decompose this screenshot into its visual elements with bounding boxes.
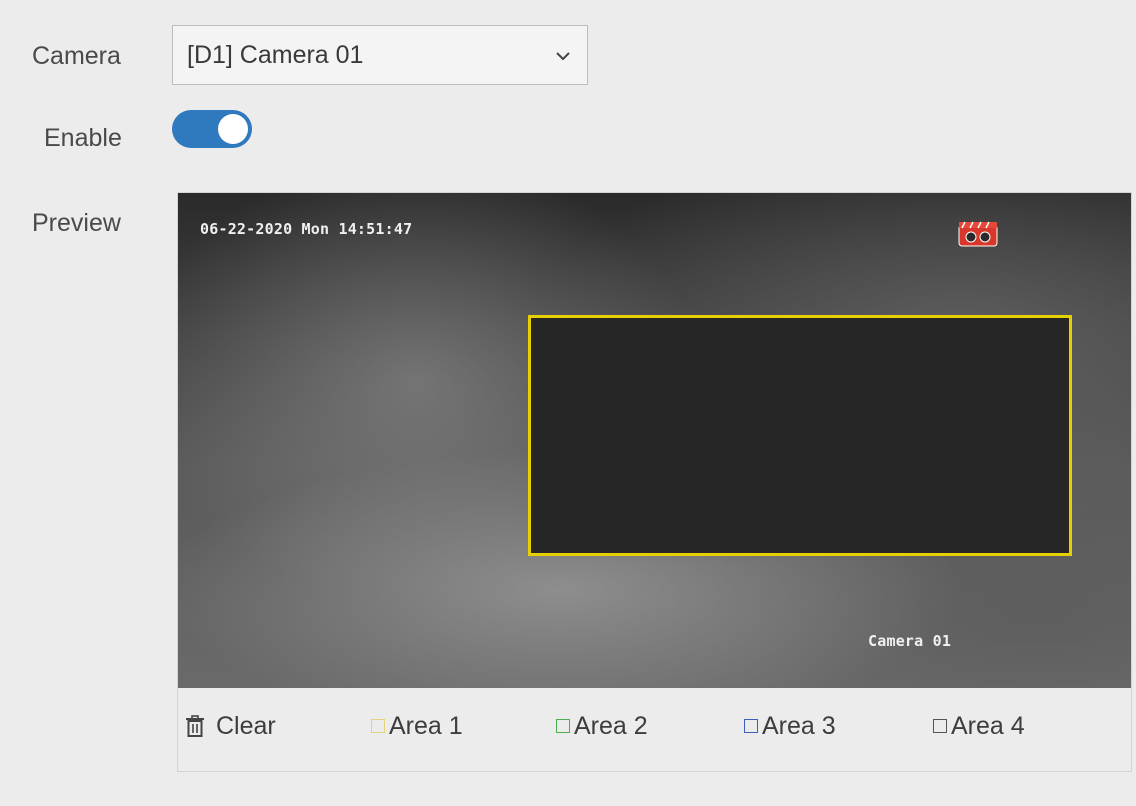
camera-select[interactable]: [D1] Camera 01 — [172, 25, 588, 85]
osd-camera-name: Camera 01 — [868, 632, 952, 650]
preview-label: Preview — [32, 209, 121, 237]
enable-label: Enable — [44, 124, 122, 152]
recording-icon — [958, 221, 998, 247]
area-3-label: Area 3 — [762, 712, 836, 740]
area-1-button[interactable]: Area 1 — [371, 712, 463, 741]
area-2-label: Area 2 — [574, 712, 648, 740]
area-4-swatch-icon — [933, 719, 947, 733]
clear-label: Clear — [216, 712, 276, 740]
enable-toggle[interactable] — [172, 110, 252, 148]
preview-panel: 06-22-2020 Mon 14:51:47 Camera 01 Clear — [177, 192, 1132, 772]
clear-button[interactable]: Clear — [184, 712, 276, 741]
video-preview[interactable]: 06-22-2020 Mon 14:51:47 Camera 01 — [178, 193, 1131, 688]
detection-area-1[interactable] — [528, 315, 1072, 556]
area-3-button[interactable]: Area 3 — [744, 712, 836, 741]
area-4-label: Area 4 — [951, 712, 1025, 740]
area-4-button[interactable]: Area 4 — [933, 712, 1025, 741]
area-1-swatch-icon — [371, 719, 385, 733]
area-2-swatch-icon — [556, 719, 570, 733]
chevron-down-icon — [556, 52, 570, 61]
camera-label: Camera — [32, 42, 121, 70]
osd-timestamp: 06-22-2020 Mon 14:51:47 — [200, 220, 413, 238]
trash-icon — [186, 715, 204, 737]
area-1-label: Area 1 — [389, 712, 463, 740]
camera-select-value: [D1] Camera 01 — [187, 41, 364, 69]
area-2-button[interactable]: Area 2 — [556, 712, 648, 741]
toggle-knob — [218, 114, 248, 144]
area-3-swatch-icon — [744, 719, 758, 733]
area-toolbar: Clear Area 1 Area 2 Area 3 Area 4 — [178, 688, 1131, 771]
